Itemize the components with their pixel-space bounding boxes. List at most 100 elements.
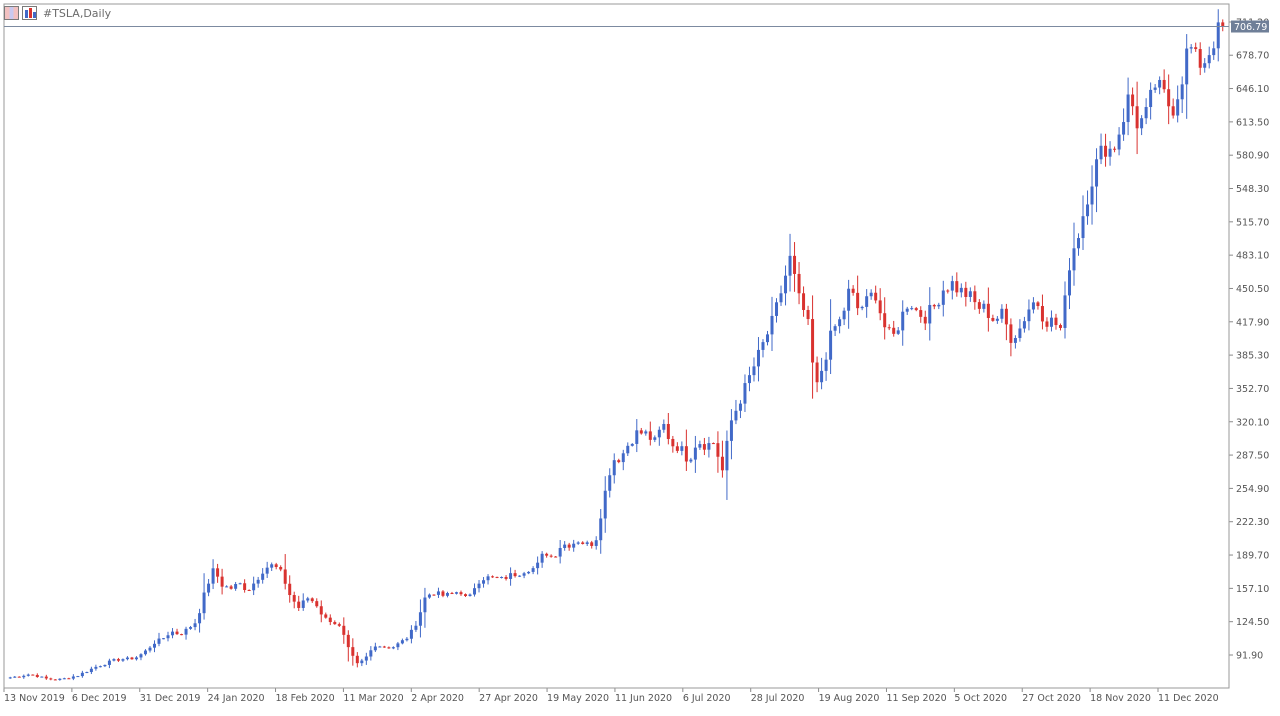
- x-tick-label: 19 Aug 2020: [819, 693, 880, 704]
- candle-body: [355, 655, 359, 664]
- candle-body: [143, 650, 147, 655]
- candle-body: [1167, 89, 1171, 107]
- candle-body: [869, 292, 873, 297]
- candle-body: [180, 634, 184, 636]
- candle-body: [1149, 89, 1153, 108]
- candle-body: [468, 594, 472, 597]
- candle-body: [1040, 306, 1044, 322]
- candle-body: [603, 490, 607, 519]
- candle-body: [328, 617, 332, 623]
- candle-body: [937, 304, 941, 307]
- candle-body: [581, 542, 585, 544]
- candle-body: [157, 638, 161, 644]
- bar-chart-icon[interactable]: [4, 6, 19, 20]
- candle-body: [387, 647, 391, 649]
- candle-body: [896, 330, 900, 334]
- candle-body: [1054, 317, 1058, 326]
- candle-body: [256, 579, 260, 584]
- candle-body: [1113, 148, 1117, 150]
- y-tick-label: 222.30: [1236, 517, 1269, 528]
- candle-body: [1126, 94, 1130, 123]
- candle-body: [756, 349, 760, 367]
- candle-body: [874, 292, 878, 301]
- candle-body: [261, 573, 265, 580]
- y-tick-label: 157.10: [1236, 584, 1269, 595]
- candle-body: [486, 576, 490, 581]
- candle-body: [211, 568, 215, 584]
- candle-body: [1031, 302, 1035, 310]
- candle-body: [671, 438, 675, 447]
- candle-body: [26, 674, 30, 676]
- candle-body: [901, 311, 905, 331]
- candle-body: [752, 366, 756, 376]
- candle-body: [504, 577, 508, 579]
- candle-body: [1090, 186, 1094, 205]
- candle-body: [1108, 148, 1112, 157]
- candle-body: [540, 553, 544, 563]
- candle-body: [693, 447, 697, 460]
- candle-body: [1180, 84, 1184, 100]
- candle-body: [847, 288, 851, 311]
- candle-body: [35, 674, 39, 677]
- candle-body: [680, 446, 684, 451]
- candle-body: [378, 646, 382, 648]
- candle-body: [594, 540, 598, 546]
- candle-body: [310, 598, 314, 602]
- x-tick-label: 28 Jul 2020: [751, 693, 805, 704]
- candle-body: [94, 666, 98, 669]
- candlestick-icon[interactable]: [22, 6, 37, 20]
- candle-body: [684, 446, 688, 462]
- candle-body: [914, 308, 918, 311]
- candle-body: [279, 566, 283, 570]
- y-tick-label: 515.70: [1236, 217, 1269, 228]
- candle-body: [1000, 308, 1004, 319]
- candlestick-chart[interactable]: 711.20678.70646.10613.50580.90548.30515.…: [0, 0, 1280, 712]
- y-tick-label: 91.90: [1236, 651, 1263, 662]
- y-tick-label: 189.70: [1236, 551, 1269, 562]
- candle-body: [711, 443, 715, 445]
- candle-body: [342, 625, 346, 635]
- candle-body: [112, 659, 116, 661]
- candle-body: [1140, 118, 1144, 129]
- candle-body: [1072, 248, 1076, 271]
- candle-body: [500, 577, 504, 579]
- candle-body: [950, 281, 954, 291]
- candle-body: [518, 575, 522, 577]
- candle-body: [1171, 106, 1175, 116]
- candle-body: [405, 638, 409, 641]
- y-tick-label: 548.30: [1236, 184, 1269, 195]
- candle-body: [1176, 99, 1180, 116]
- candle-body: [1131, 94, 1135, 107]
- candle-body: [761, 342, 765, 350]
- candle-body: [89, 668, 93, 673]
- candle-body: [274, 564, 278, 567]
- candle-body: [707, 443, 711, 450]
- candle-body: [319, 606, 323, 615]
- candle-body: [283, 569, 287, 584]
- candle-body: [567, 544, 571, 548]
- candle-body: [445, 593, 449, 596]
- candle-body: [946, 290, 950, 292]
- candle-body: [116, 659, 120, 661]
- candle-body: [80, 672, 84, 677]
- candle-body: [1095, 159, 1099, 187]
- candle-body: [49, 678, 53, 680]
- candle-body: [324, 614, 328, 618]
- candle-body: [464, 594, 468, 597]
- candle-body: [409, 629, 413, 639]
- candle-body: [152, 643, 156, 648]
- candle-body: [662, 423, 666, 430]
- candle: [76, 675, 80, 678]
- candle-body: [734, 410, 738, 421]
- candle-body: [1086, 204, 1090, 217]
- candle-body: [883, 313, 887, 328]
- candle-body: [315, 601, 319, 607]
- candle-body: [351, 647, 355, 656]
- candle-body: [793, 255, 797, 274]
- y-tick-label: 287.50: [1236, 451, 1269, 462]
- candle-body: [247, 590, 251, 592]
- candle-body: [747, 375, 751, 384]
- candle-body: [910, 308, 914, 310]
- chart-title-bar: #TSLA,Daily: [4, 4, 111, 22]
- candle-body: [729, 420, 733, 441]
